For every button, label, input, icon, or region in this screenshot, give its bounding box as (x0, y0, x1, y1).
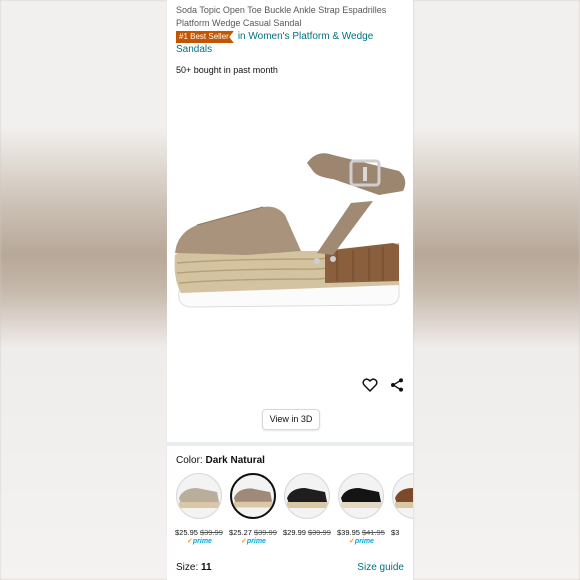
price-list: $39.99 (307, 528, 331, 537)
view-in-3d-button[interactable]: View in 3D (262, 409, 320, 430)
price-current: $29.99 (283, 528, 306, 537)
prime-badge: ✓prime (241, 538, 266, 545)
swatch-price: $29.99 $39.99 (283, 528, 333, 537)
color-swatch[interactable]: $29.99 $39.99 (283, 473, 333, 537)
swatch-thumbnail (338, 473, 384, 519)
prime-label: prime (192, 538, 212, 545)
price-current: $25.95 (175, 528, 198, 537)
price-list: $39.99 (199, 528, 223, 537)
blurred-background-left (0, 0, 168, 580)
prime-badge: ✓prime (349, 538, 374, 545)
color-swatch[interactable]: $39.95 $41.95 ✓prime (337, 473, 387, 545)
product-page: Soda Topic Open Toe Buckle Ankle Strap E… (167, 0, 413, 580)
swatch-thumbnail (284, 473, 330, 519)
bought-count: 50+ bought in past month (176, 65, 278, 75)
selected-color-name: Dark Natural (205, 455, 265, 466)
color-swatch[interactable]: $25.95 $39.99 ✓prime (175, 473, 225, 545)
share-icon[interactable] (389, 377, 405, 393)
sandal-image (174, 153, 406, 308)
swatch-thumbnail (392, 473, 413, 519)
swatch-price: $39.95 $41.95 (337, 528, 387, 537)
swatch-price: $25.95 $39.99 (175, 528, 225, 537)
color-label: Color: Dark Natural (176, 455, 265, 466)
color-swatch[interactable]: $3 (391, 473, 413, 537)
prime-label: prime (354, 538, 374, 545)
color-swatch-selected[interactable]: $25.27 $39.99 ✓prime (229, 473, 279, 545)
color-label-prefix: Color: (176, 455, 203, 466)
section-divider (167, 442, 413, 446)
size-label: Size: 11 (176, 562, 212, 573)
heart-icon[interactable] (362, 377, 378, 393)
swatch-price: $25.27 $39.99 (229, 528, 279, 537)
price-current: $25.27 (229, 528, 252, 537)
swatch-thumbnail (230, 473, 276, 519)
swatch-price: $3 (391, 528, 413, 537)
best-seller-row: #1 Best Seller in Women's Platform & Wedg… (176, 30, 406, 56)
price-list: $39.99 (253, 528, 277, 537)
best-seller-badge: #1 Best Seller (176, 31, 234, 43)
size-label-prefix: Size: (176, 562, 199, 573)
selected-size: 11 (201, 562, 212, 573)
product-image[interactable] (167, 83, 413, 371)
size-guide-link[interactable]: Size guide (357, 562, 404, 573)
image-actions: View in 3D (167, 372, 413, 442)
prime-label: prime (246, 538, 266, 545)
price-list: $41.95 (361, 528, 385, 537)
prime-badge: ✓prime (187, 538, 212, 545)
price-current: $3 (391, 528, 400, 537)
blurred-background-right (413, 0, 580, 580)
color-swatch-list: $25.95 $39.99 ✓prime $25.27 $39.99 ✓prime … (175, 473, 413, 548)
swatch-thumbnail (176, 473, 222, 519)
product-title[interactable]: Soda Topic Open Toe Buckle Ankle Strap E… (176, 4, 404, 30)
price-current: $39.95 (337, 528, 360, 537)
